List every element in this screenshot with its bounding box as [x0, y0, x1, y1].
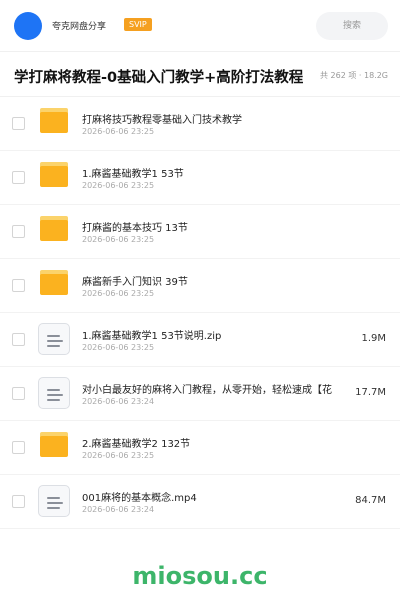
row-checkbox[interactable] [12, 333, 25, 346]
document-icon-line [47, 502, 63, 504]
file-date: 2026-06-06 23:24 [82, 397, 155, 406]
row-checkbox[interactable] [12, 387, 25, 400]
share-meta: 共 262 项 · 18.2G [320, 71, 388, 80]
folder-icon [38, 431, 70, 463]
document-icon-line [47, 399, 60, 401]
file-date: 2026-06-06 23:25 [82, 451, 155, 460]
document-icon-line [47, 507, 60, 509]
svip-badge: SVIP [124, 18, 152, 31]
file-date: 2026-06-06 23:25 [82, 235, 155, 244]
folder-icon [38, 161, 70, 193]
folder-body [40, 220, 68, 241]
row-checkbox[interactable] [12, 171, 25, 184]
watermark-text: miosou.cc [132, 562, 268, 590]
file-date: 2026-06-06 23:25 [82, 289, 155, 298]
file-name[interactable]: 麻酱新手入门知识 39节 [82, 273, 188, 288]
document-icon [38, 377, 70, 409]
brand-name: 夸克网盘分享 [52, 22, 107, 32]
folder-body [40, 274, 68, 295]
folder-body [40, 436, 68, 457]
folder-icon [38, 107, 70, 139]
folder-row[interactable]: 打麻将技巧教程零基础入门技术教学 2026-06-06 23:25 [0, 97, 400, 151]
title-row: 学打麻将教程-0基础入门教学+高阶打法教程 共 262 项 · 18.2G [0, 52, 400, 97]
row-checkbox[interactable] [12, 279, 25, 292]
header-bar: 夸克网盘分享 SVIP 搜索 [0, 0, 400, 52]
avatar[interactable] [14, 12, 42, 40]
file-name[interactable]: 2.麻酱基础教学2 132节 [82, 435, 190, 450]
document-icon-line [47, 394, 63, 396]
file-name[interactable]: 打麻将技巧教程零基础入门技术教学 [82, 111, 242, 126]
file-date: 2026-06-06 23:25 [82, 343, 155, 352]
file-size: 84.7M [353, 495, 386, 506]
file-name[interactable]: 1.麻酱基础教学1 53节 [82, 165, 184, 180]
file-row[interactable]: 1.麻酱基础教学1 53节说明.zip 2026-06-06 23:25 1.9M [0, 313, 400, 367]
file-date: 2026-06-06 23:25 [82, 127, 155, 136]
row-checkbox[interactable] [12, 441, 25, 454]
document-icon [38, 323, 70, 355]
document-icon-line [47, 345, 60, 347]
document-icon-frame [38, 485, 70, 517]
folder-row[interactable]: 麻酱新手入门知识 39节 2026-06-06 23:25 [0, 259, 400, 313]
file-name[interactable]: 001麻将的基本概念.mp4 [82, 489, 197, 504]
document-icon [38, 485, 70, 517]
file-row[interactable]: 001麻将的基本概念.mp4 2026-06-06 23:24 84.7M [0, 475, 400, 529]
file-size: 17.7M [353, 387, 386, 398]
document-icon-line [47, 335, 60, 337]
document-icon-line [47, 389, 60, 391]
file-date: 2026-06-06 23:24 [82, 505, 155, 514]
folder-body [40, 112, 68, 133]
page-title: 学打麻将教程-0基础入门教学+高阶打法教程 [14, 70, 304, 86]
file-name[interactable]: 对小白最友好的麻将入门教程，从零开始，轻松速成【花 [82, 381, 332, 396]
file-name[interactable]: 1.麻酱基础教学1 53节说明.zip [82, 327, 221, 342]
file-date: 2026-06-06 23:25 [82, 181, 155, 190]
folder-body [40, 166, 68, 187]
document-icon-line [47, 340, 63, 342]
row-checkbox[interactable] [12, 495, 25, 508]
search-input[interactable]: 搜索 [316, 12, 388, 40]
row-checkbox[interactable] [12, 225, 25, 238]
document-icon-line [47, 497, 60, 499]
folder-icon [38, 269, 70, 301]
row-checkbox[interactable] [12, 117, 25, 130]
file-size: 1.9M [359, 333, 386, 344]
share-page: 夸克网盘分享 SVIP 搜索 学打麻将教程-0基础入门教学+高阶打法教程 共 2… [0, 0, 400, 600]
folder-row[interactable]: 1.麻酱基础教学1 53节 2026-06-06 23:25 [0, 151, 400, 205]
document-icon-frame [38, 377, 70, 409]
folder-row[interactable]: 打麻酱的基本技巧 13节 2026-06-06 23:25 [0, 205, 400, 259]
document-icon-frame [38, 323, 70, 355]
folder-row[interactable]: 2.麻酱基础教学2 132节 2026-06-06 23:25 [0, 421, 400, 475]
folder-icon [38, 215, 70, 247]
file-row[interactable]: 对小白最友好的麻将入门教程，从零开始，轻松速成【花 2026-06-06 23:2… [0, 367, 400, 421]
file-name[interactable]: 打麻酱的基本技巧 13节 [82, 219, 188, 234]
